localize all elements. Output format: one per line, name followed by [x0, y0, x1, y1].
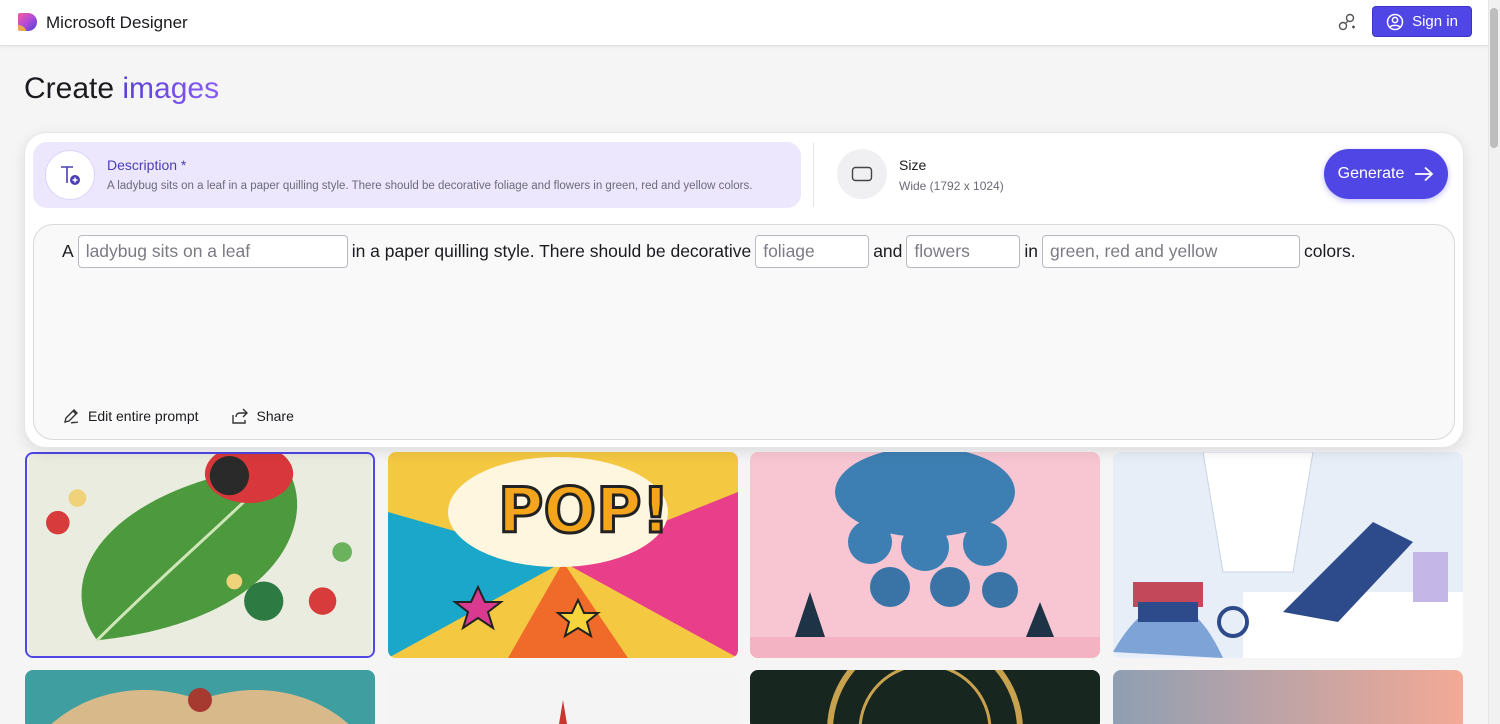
app-name[interactable]: Microsoft Designer	[46, 13, 188, 33]
aspect-ratio-icon	[851, 166, 873, 182]
gallery-item-laptop-illustration[interactable]	[1113, 452, 1463, 658]
generate-button[interactable]: Generate	[1324, 149, 1448, 199]
gallery-item-ornate-teal[interactable]	[25, 670, 375, 724]
prompt-editor: A ladybug sits on a leaf in a paper quil…	[33, 224, 1455, 440]
prompt-slot-flowers[interactable]: flowers	[906, 235, 1021, 268]
svg-text:POP!: POP!	[498, 474, 670, 547]
scrollbar-thumb[interactable]	[1490, 8, 1498, 148]
gallery-item-quilled-ladybug[interactable]	[25, 452, 375, 658]
generate-label: Generate	[1337, 165, 1405, 182]
edit-entire-prompt-button[interactable]: Edit entire prompt	[62, 407, 199, 425]
edit-entire-prompt-label: Edit entire prompt	[88, 408, 199, 424]
top-bar: Microsoft Designer Sign in	[0, 0, 1488, 46]
user-circle-icon	[1386, 13, 1404, 30]
size-label: Size	[899, 157, 927, 173]
description-text: A ladybug sits on a leaf in a paper quil…	[107, 180, 753, 192]
description-selector[interactable]: Description * A ladybug sits on a leaf i…	[33, 142, 801, 208]
prompt-text: in a paper quilling style. There should …	[351, 241, 752, 261]
connect-icon[interactable]	[1336, 11, 1358, 33]
page-title: Create images	[24, 72, 219, 106]
page-title-prefix: Create	[24, 72, 115, 105]
prompt-sentence: A ladybug sits on a leaf in a paper quil…	[58, 235, 1360, 268]
arrow-right-icon	[1415, 166, 1434, 182]
gallery-item-blue-trees[interactable]	[750, 452, 1100, 658]
prompt-text: in	[1024, 241, 1039, 261]
page-title-accent: images	[122, 72, 220, 105]
gallery-item-pop-art[interactable]: POP!	[388, 452, 738, 658]
description-icon-wrap	[45, 150, 95, 200]
sign-in-label: Sign in	[1412, 13, 1458, 30]
share-label: Share	[256, 408, 294, 424]
pen-edit-icon	[64, 409, 79, 424]
size-selector[interactable]	[837, 149, 887, 199]
prompt-text: colors.	[1304, 241, 1356, 261]
share-button[interactable]: Share	[231, 407, 294, 425]
prompt-slot-subject[interactable]: ladybug sits on a leaf	[77, 235, 348, 268]
prompt-slot-colors[interactable]: green, red and yellow	[1042, 235, 1301, 268]
designer-logo-icon[interactable]	[16, 11, 38, 33]
size-value: Wide (1792 x 1024)	[899, 179, 1004, 193]
scrollbar[interactable]	[1488, 0, 1500, 724]
divider	[813, 143, 814, 207]
sign-in-button[interactable]: Sign in	[1372, 6, 1472, 37]
gallery-item-minimal-white[interactable]	[388, 670, 738, 724]
share-icon	[231, 408, 248, 424]
prompt-text: A	[62, 241, 74, 261]
gallery-item-dark-gold-medallion[interactable]	[750, 670, 1100, 724]
description-label: Description *	[107, 157, 187, 173]
prompt-actions: Edit entire prompt Share	[62, 407, 294, 425]
prompt-text: and	[873, 241, 903, 261]
prompt-slot-foliage[interactable]: foliage	[755, 235, 870, 268]
gallery-item-pink-gradient[interactable]	[1113, 670, 1463, 724]
create-card: Description * A ladybug sits on a leaf i…	[24, 132, 1464, 448]
text-add-icon	[61, 166, 80, 185]
